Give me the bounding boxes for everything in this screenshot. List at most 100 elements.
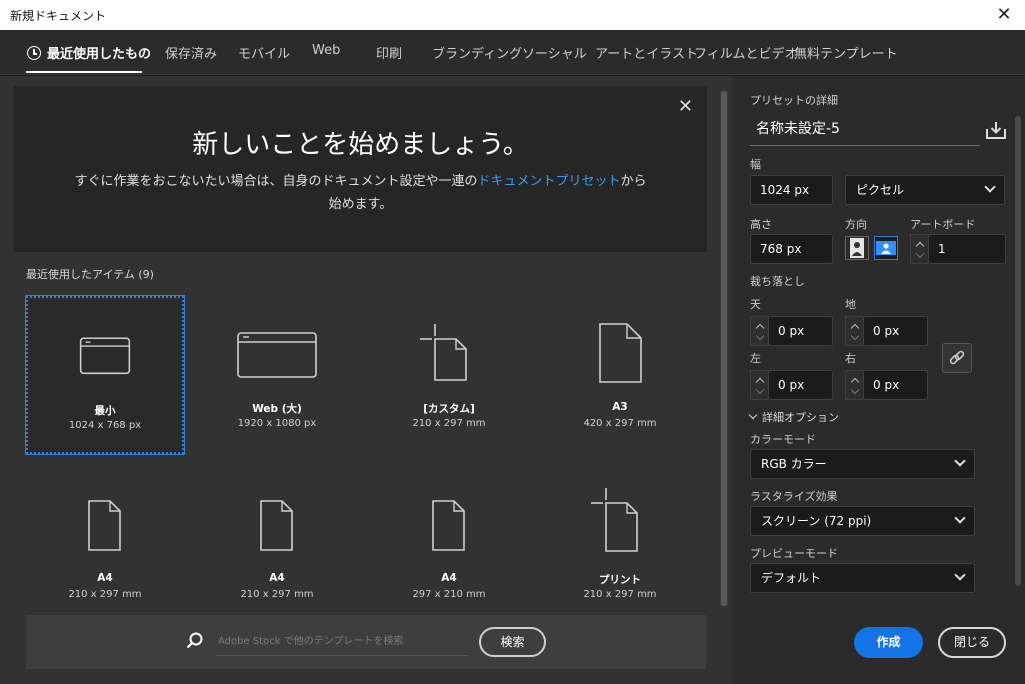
landscape-icon bbox=[876, 241, 896, 255]
stock-search-bar: 検索 bbox=[26, 615, 706, 669]
active-tab-indicator bbox=[26, 71, 142, 73]
height-label: 高さ bbox=[750, 218, 772, 231]
category-tabs: 最近使用したもの 保存済み モバイル Web 印刷 ブランディング ソーシャル … bbox=[0, 30, 1025, 75]
unit-select[interactable]: ピクセル bbox=[845, 175, 1005, 205]
artboard-stepper[interactable] bbox=[910, 234, 928, 264]
scrollbar-thumb[interactable] bbox=[721, 91, 727, 606]
tab-social[interactable]: ソーシャル bbox=[522, 43, 587, 62]
document-icon bbox=[432, 500, 465, 551]
recent-item-name: A4 bbox=[269, 572, 285, 584]
preset-details-label: プリセットの詳細 bbox=[750, 94, 838, 107]
stock-search-input[interactable] bbox=[216, 628, 468, 656]
landscape-orientation-button[interactable] bbox=[874, 236, 898, 260]
preview-mode-value: デフォルト bbox=[761, 571, 822, 585]
tab-print[interactable]: 印刷 bbox=[376, 43, 402, 62]
preview-mode-select[interactable]: デフォルト bbox=[750, 563, 975, 593]
bleed-right-stepper[interactable] bbox=[845, 370, 863, 400]
bleed-top-input[interactable]: 0 px bbox=[768, 316, 833, 346]
window-close-button[interactable]: ✕ bbox=[991, 3, 1017, 27]
advanced-options-label: 詳細オプション bbox=[762, 411, 839, 424]
bleed-top-stepper[interactable] bbox=[750, 316, 768, 346]
recent-item-name: A3 bbox=[612, 401, 628, 413]
title-bar: 新規ドキュメント ✕ bbox=[0, 0, 1025, 30]
recent-item-print[interactable]: プリント 210 x 297 mm bbox=[541, 467, 699, 625]
recent-item-name: A4 bbox=[97, 572, 113, 584]
document-icon bbox=[599, 323, 642, 383]
bleed-right-label: 右 bbox=[845, 352, 856, 365]
bleed-label: 裁ち落とし bbox=[750, 275, 805, 288]
recent-scrollbar[interactable] bbox=[720, 91, 728, 606]
step-down-icon[interactable] bbox=[850, 331, 860, 341]
window-title: 新規ドキュメント bbox=[10, 9, 107, 23]
tab-art-illustration[interactable]: アートとイラスト bbox=[595, 43, 698, 62]
document-presets-link[interactable]: ドキュメントプリセット bbox=[477, 174, 620, 189]
details-scrollbar[interactable] bbox=[1014, 86, 1022, 606]
raster-effects-value: スクリーン (72 ppi) bbox=[761, 514, 872, 528]
color-mode-value: RGB カラー bbox=[761, 457, 827, 471]
tab-recent[interactable]: 最近使用したもの bbox=[27, 43, 151, 62]
width-input[interactable]: 1024 px bbox=[750, 175, 833, 205]
recent-item-name: プリント bbox=[599, 574, 641, 586]
bleed-bottom-input[interactable]: 0 px bbox=[863, 316, 928, 346]
tab-mobile[interactable]: モバイル bbox=[238, 43, 290, 62]
recent-item-name: 最小 bbox=[94, 405, 116, 417]
recent-item-a3[interactable]: A3 420 x 297 mm bbox=[541, 296, 699, 454]
height-input[interactable]: 768 px bbox=[750, 234, 833, 264]
welcome-heading: 新しいことを始めましょう。 bbox=[192, 130, 529, 160]
tab-web[interactable]: Web bbox=[312, 43, 340, 58]
welcome-banner: ✕ 新しいことを始めましょう。 すぐに作業をおこないたい場合は、自身のドキュメン… bbox=[14, 86, 707, 252]
chevron-down-icon bbox=[954, 569, 966, 581]
bleed-right-input[interactable]: 0 px bbox=[863, 370, 928, 400]
recent-item-minimum[interactable]: 最小 1024 x 768 px bbox=[25, 295, 185, 455]
recent-item-custom[interactable]: [カスタム] 210 x 297 mm bbox=[370, 296, 528, 454]
bleed-left-stepper[interactable] bbox=[750, 370, 768, 400]
recent-item-size: 420 x 297 mm bbox=[583, 418, 657, 429]
step-down-icon[interactable] bbox=[755, 385, 765, 395]
tab-free-templates[interactable]: 無料テンプレート bbox=[794, 43, 898, 62]
create-button[interactable]: 作成 bbox=[854, 627, 923, 658]
advanced-options-toggle[interactable]: 詳細オプション bbox=[748, 409, 839, 425]
clock-icon bbox=[27, 46, 41, 60]
stock-search-button[interactable]: 検索 bbox=[479, 627, 546, 657]
portrait-icon bbox=[850, 238, 864, 258]
portrait-orientation-button[interactable] bbox=[845, 236, 869, 260]
tab-saved[interactable]: 保存済み bbox=[165, 43, 217, 62]
recent-item-name: A4 bbox=[441, 572, 457, 584]
raster-effects-label: ラスタライズ効果 bbox=[750, 490, 838, 503]
tab-film-video[interactable]: フィルムとビデオ bbox=[694, 43, 797, 62]
recent-item-a4-1[interactable]: A4 210 x 297 mm bbox=[26, 467, 184, 625]
width-label: 幅 bbox=[750, 158, 761, 171]
recent-item-size: 297 x 210 mm bbox=[412, 589, 486, 600]
bleed-left-input[interactable]: 0 px bbox=[768, 370, 833, 400]
preset-details-panel: プリセットの詳細 名称未設定-5 幅 1024 px ピクセル 高さ 768 p… bbox=[732, 76, 1025, 684]
close-button[interactable]: 閉じる bbox=[938, 627, 1006, 658]
step-down-icon[interactable] bbox=[850, 385, 860, 395]
screen-icon bbox=[79, 337, 131, 375]
wide-screen-icon bbox=[237, 332, 317, 378]
raster-effects-select[interactable]: スクリーン (72 ppi) bbox=[750, 506, 975, 536]
tab-recent-label: 最近使用したもの bbox=[47, 47, 152, 62]
recent-item-size: 210 x 297 mm bbox=[583, 589, 657, 600]
artboard-input[interactable]: 1 bbox=[928, 234, 1006, 264]
recent-item-size: 1024 x 768 px bbox=[68, 420, 142, 431]
document-icon bbox=[88, 500, 121, 551]
recent-item-a4-2[interactable]: A4 210 x 297 mm bbox=[198, 467, 356, 625]
recent-item-size: 210 x 297 mm bbox=[240, 589, 314, 600]
bleed-top-label: 天 bbox=[750, 298, 761, 311]
color-mode-select[interactable]: RGB カラー bbox=[750, 449, 975, 479]
document-name-field[interactable]: 名称未設定-5 bbox=[750, 116, 980, 146]
recent-item-web-large[interactable]: Web (大) 1920 x 1080 px bbox=[198, 296, 356, 454]
scrollbar-thumb[interactable] bbox=[1015, 116, 1021, 586]
link-bleed-button[interactable] bbox=[942, 343, 972, 373]
step-down-icon[interactable] bbox=[755, 331, 765, 341]
bleed-left-label: 左 bbox=[750, 352, 761, 365]
step-down-icon[interactable] bbox=[915, 249, 925, 259]
bleed-bottom-stepper[interactable] bbox=[845, 316, 863, 346]
banner-close-button[interactable]: ✕ bbox=[678, 96, 693, 117]
document-custom-icon bbox=[420, 324, 467, 381]
save-preset-icon[interactable] bbox=[985, 120, 1007, 140]
chevron-down-icon bbox=[748, 410, 758, 420]
recent-item-a4-3[interactable]: A4 297 x 210 mm bbox=[370, 467, 528, 625]
tab-branding[interactable]: ブランディング bbox=[432, 43, 522, 62]
welcome-desc-text: すぐに作業をおこないたい場合は、自身のドキュメント設定や一連の bbox=[74, 174, 478, 189]
